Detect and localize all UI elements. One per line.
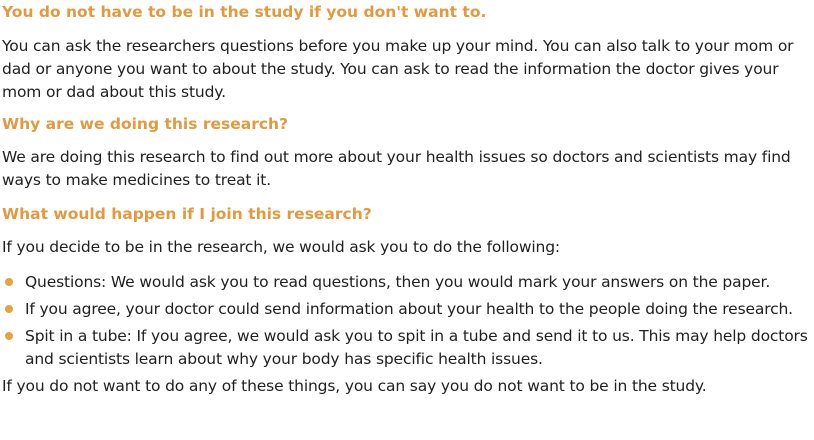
closing-statement: If you do not want to do any of these th… [2,377,707,395]
bullet-dot-icon [5,332,13,340]
section-heading-what-happens: What would happen if I join this researc… [2,205,372,223]
list-item-text: If you agree, your doctor could send inf… [25,300,793,318]
list-item: If you agree, your doctor could send inf… [2,298,814,321]
section-heading-why: Why are we doing this research? [2,115,289,133]
activities-list: Questions: We would ask you to read ques… [2,271,814,371]
bullet-dot-icon [5,305,13,313]
list-item-text: Spit in a tube: If you agree, we would a… [25,327,808,368]
section-heading-participation: You do not have to be in the study if yo… [2,3,487,21]
section-body-participation: You can ask the researchers questions be… [2,37,794,101]
list-item-text: Questions: We would ask you to read ques… [25,273,771,291]
bullet-dot-icon [5,278,13,286]
list-item: Spit in a tube: If you agree, we would a… [2,325,814,371]
section-body-what-happens: If you decide to be in the research, we … [2,238,560,256]
document-page: You do not have to be in the study if yo… [0,0,814,440]
list-item: Questions: We would ask you to read ques… [2,271,814,294]
section-body-why: We are doing this research to find out m… [2,148,791,189]
